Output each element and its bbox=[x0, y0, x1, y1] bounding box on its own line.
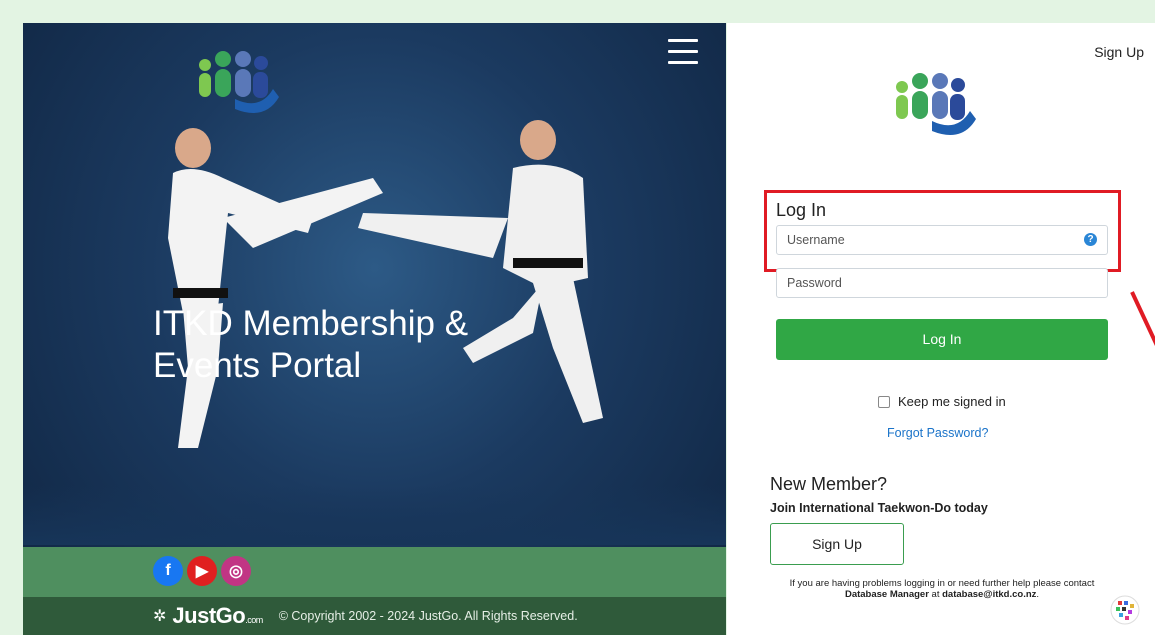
keep-signed-in-checkbox[interactable] bbox=[878, 395, 890, 408]
contact-name: Database Manager bbox=[844, 589, 929, 600]
footer-brand-row: ✲ JustGo.com © Copyright 2002 - 2024 Jus… bbox=[153, 603, 578, 629]
itkd-logo bbox=[896, 73, 976, 135]
login-panel: Sign Up Log In Username ? Password Log I… bbox=[727, 23, 1155, 635]
help-text: If you are having problems logging in or… bbox=[789, 578, 1095, 600]
hero-floor bbox=[23, 485, 726, 545]
facebook-icon[interactable]: f bbox=[153, 556, 183, 586]
social-links: f ▶ ◎ bbox=[153, 556, 251, 586]
youtube-icon[interactable]: ▶ bbox=[187, 556, 217, 586]
login-button[interactable]: Log In bbox=[776, 319, 1108, 360]
signup-button[interactable]: Sign Up bbox=[770, 523, 904, 565]
new-member-title: New Member? bbox=[770, 474, 888, 494]
itkd-logo bbox=[199, 51, 279, 113]
menu-hamburger-icon[interactable] bbox=[668, 39, 698, 65]
password-input[interactable]: Password bbox=[776, 268, 1108, 298]
hero-panel: ITKD Membership & Events Portal f ▶ ◎ ✲ … bbox=[23, 23, 726, 635]
keep-signed-in[interactable]: Keep me signed in bbox=[878, 394, 1006, 409]
instagram-icon[interactable]: ◎ bbox=[221, 556, 251, 586]
keep-signed-in-label: Keep me signed in bbox=[898, 394, 1006, 409]
signup-link-top[interactable]: Sign Up bbox=[1094, 44, 1144, 60]
justgo-brand[interactable]: JustGo.com bbox=[172, 603, 263, 629]
help-icon[interactable]: ? bbox=[1084, 233, 1097, 246]
login-title: Log In bbox=[776, 200, 827, 220]
password-placeholder: Password bbox=[787, 276, 842, 290]
fighters-illustration bbox=[168, 120, 603, 448]
justgo-logo-icon: ✲ bbox=[153, 608, 167, 625]
footer-green-band bbox=[23, 547, 726, 597]
contact-email[interactable]: database@itkd.co.nz bbox=[942, 589, 1036, 600]
copyright-text: © Copyright 2002 - 2024 JustGo. All Righ… bbox=[278, 609, 578, 623]
justgo-badge-icon[interactable] bbox=[1110, 595, 1140, 625]
username-input[interactable]: Username ? bbox=[776, 225, 1108, 255]
forgot-password-link[interactable]: Forgot Password? bbox=[887, 426, 988, 440]
username-placeholder: Username bbox=[787, 233, 845, 247]
new-member-subtitle: Join International Taekwon-Do today bbox=[770, 501, 988, 515]
hero-title: ITKD Membership & Events Portal bbox=[153, 304, 469, 385]
